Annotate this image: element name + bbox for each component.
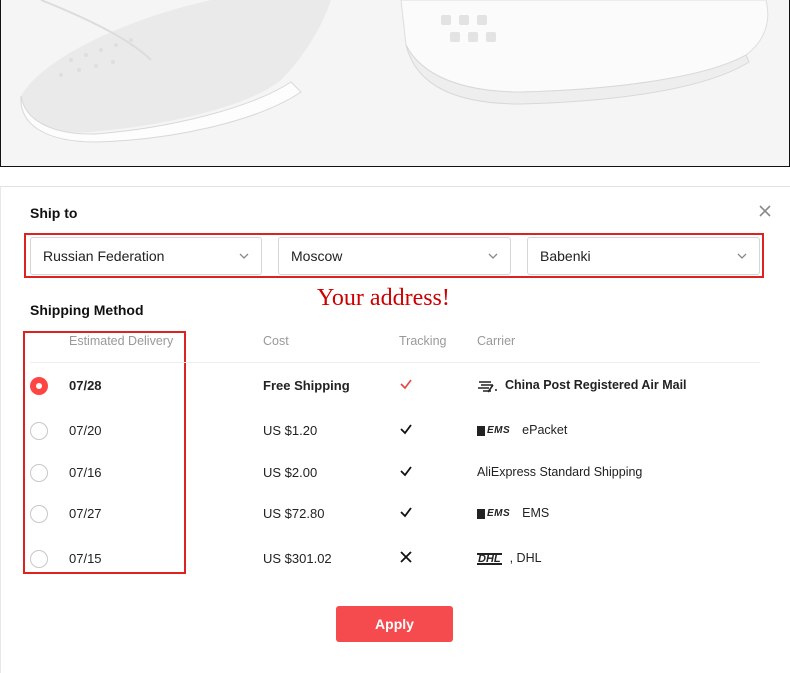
delivery-date: 07/27 bbox=[69, 506, 102, 521]
header-divider bbox=[30, 362, 760, 363]
shipping-cost: US $301.02 bbox=[263, 551, 332, 566]
radio-unselected[interactable] bbox=[30, 550, 48, 568]
header-tracking: Tracking bbox=[399, 334, 447, 348]
header-carrier: Carrier bbox=[477, 334, 516, 348]
radio-selected[interactable] bbox=[30, 377, 48, 395]
shipping-row[interactable]: 07/27 US $72.80 EMS EMS bbox=[0, 499, 790, 529]
delivery-date: 07/20 bbox=[69, 423, 102, 438]
city-select[interactable]: Moscow bbox=[278, 237, 511, 275]
carrier-name: DHL , DHL bbox=[477, 551, 542, 565]
delivery-date: 07/15 bbox=[69, 551, 102, 566]
chevron-down-icon bbox=[488, 253, 498, 259]
shipping-row[interactable]: 07/20 US $1.20 EMS ePacket bbox=[0, 416, 790, 446]
delivery-date: 07/28 bbox=[69, 378, 102, 393]
country-value: Russian Federation bbox=[43, 248, 165, 264]
delivery-highlight-box bbox=[23, 331, 186, 574]
check-icon bbox=[399, 377, 413, 394]
shipping-row[interactable]: 07/15 US $301.02 DHL , DHL bbox=[0, 544, 790, 574]
product-photo bbox=[0, 0, 790, 167]
chevron-down-icon bbox=[737, 253, 747, 259]
district-select[interactable]: Babenki bbox=[527, 237, 760, 275]
apply-button[interactable]: Apply bbox=[336, 606, 453, 642]
dhl-logo-icon: DHL bbox=[477, 552, 502, 565]
chevron-down-icon bbox=[239, 253, 249, 259]
city-value: Moscow bbox=[291, 248, 343, 264]
carrier-name: EMS ePacket bbox=[477, 423, 567, 437]
carrier-label: EMS bbox=[522, 506, 550, 520]
check-icon bbox=[399, 422, 413, 439]
shipping-cost: US $72.80 bbox=[263, 506, 325, 521]
check-icon bbox=[399, 505, 413, 522]
carrier-name: EMS EMS bbox=[477, 506, 549, 520]
address-annotation: Your address! bbox=[317, 285, 450, 311]
carrier-name: AliExpress Standard Shipping bbox=[477, 465, 643, 479]
sneaker-image bbox=[1, 0, 789, 166]
china-post-logo-icon bbox=[478, 380, 497, 393]
radio-unselected[interactable] bbox=[30, 505, 48, 523]
close-icon[interactable] bbox=[756, 202, 774, 220]
carrier-label: China Post Registered Air Mail bbox=[505, 378, 687, 392]
carrier-label: , DHL bbox=[509, 551, 542, 565]
shipping-method-title: Shipping Method bbox=[30, 302, 144, 318]
delivery-date: 07/16 bbox=[69, 465, 102, 480]
shipping-row[interactable]: 07/28 Free Shipping China Post Registere… bbox=[0, 371, 790, 401]
ship-to-title: Ship to bbox=[30, 205, 78, 221]
district-value: Babenki bbox=[540, 248, 591, 264]
ems-logo-icon: EMS bbox=[477, 508, 510, 519]
shipping-row[interactable]: 07/16 US $2.00 AliExpress Standard Shipp… bbox=[0, 458, 790, 488]
country-select[interactable]: Russian Federation bbox=[30, 237, 262, 275]
shipping-cost: Free Shipping bbox=[263, 378, 350, 393]
cross-icon bbox=[399, 550, 413, 567]
shipping-cost: US $2.00 bbox=[263, 465, 318, 480]
check-icon bbox=[399, 464, 413, 481]
shipping-cost: US $1.20 bbox=[263, 423, 318, 438]
radio-unselected[interactable] bbox=[30, 422, 48, 440]
carrier-label: ePacket bbox=[522, 423, 568, 437]
radio-unselected[interactable] bbox=[30, 464, 48, 482]
ems-logo-icon: EMS bbox=[477, 425, 510, 436]
carrier-name: China Post Registered Air Mail bbox=[477, 378, 687, 393]
header-cost: Cost bbox=[263, 334, 289, 348]
header-estimated-delivery: Estimated Delivery bbox=[69, 334, 174, 348]
